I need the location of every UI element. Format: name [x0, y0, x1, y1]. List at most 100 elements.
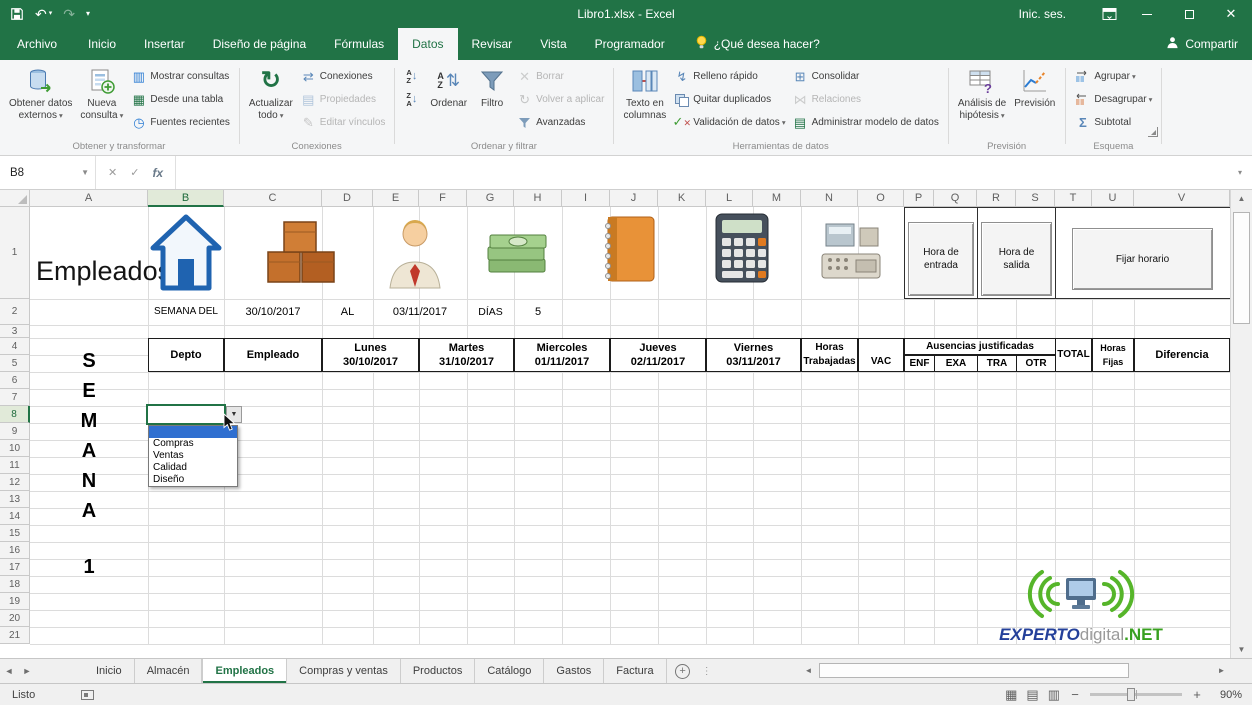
tab-programador[interactable]: Programador [581, 28, 679, 60]
header-total[interactable]: TOTAL [1055, 338, 1092, 372]
sheet-tab-almacen[interactable]: Almacén [135, 659, 203, 683]
horizontal-scrollbar[interactable]: ◄ ► [800, 661, 1230, 680]
dropdown-item-ventas[interactable]: Ventas [149, 450, 237, 462]
ribbon-button-analisis-de-hipotesis[interactable]: ?Análisis dehipótesis▾ [954, 62, 1010, 138]
ribbon-button-ordenar[interactable]: AZ⇅Ordenar [426, 62, 471, 138]
row-header-20[interactable]: 20 [0, 610, 30, 627]
name-box[interactable]: B8 ▼ [0, 156, 96, 189]
ribbon-button-avanzadas[interactable]: Avanzadas [513, 111, 607, 134]
tab-datos[interactable]: Datos [398, 28, 457, 60]
ribbon-button-propiedades[interactable]: ▤Propiedades [297, 88, 389, 111]
sheet-tab-compras-y-ventas[interactable]: Compras y ventas [287, 659, 401, 683]
row-header-5[interactable]: 5 [0, 355, 30, 372]
row-header-16[interactable]: 16 [0, 542, 30, 559]
sheet-tab-factura[interactable]: Factura [604, 659, 666, 683]
column-header-k[interactable]: K [658, 190, 706, 207]
column-header-n[interactable]: N [801, 190, 858, 207]
customize-qat-button[interactable]: ▾ [86, 7, 90, 21]
row-header-12[interactable]: 12 [0, 474, 30, 491]
redo-button[interactable]: ↷ [63, 7, 75, 21]
undo-button[interactable]: ↶▾ [35, 7, 52, 21]
dialog-launcher-icon[interactable] [1148, 127, 1158, 137]
column-header-d[interactable]: D [322, 190, 373, 207]
ribbon-button-sort-az[interactable]: AZ↓ [400, 65, 426, 88]
column-header-b[interactable]: B [148, 190, 224, 207]
row-header-10[interactable]: 10 [0, 440, 30, 457]
row-header-3[interactable]: 3 [0, 325, 30, 338]
horizontal-scroll-track[interactable] [817, 662, 1213, 679]
sheet-tab-inicio[interactable]: Inicio [84, 659, 135, 683]
macro-record-icon[interactable] [81, 690, 94, 700]
page-break-view-icon[interactable]: ▥ [1048, 687, 1060, 703]
maximize-button[interactable] [1168, 0, 1210, 28]
column-header-v[interactable]: V [1134, 190, 1230, 207]
column-header-f[interactable]: F [419, 190, 467, 207]
header-empleado[interactable]: Empleado [224, 338, 322, 372]
ribbon-button-desagrupar[interactable]: Desagrupar▾ [1071, 88, 1155, 111]
row-header-2[interactable]: 2 [0, 299, 30, 325]
column-header-i[interactable]: I [562, 190, 610, 207]
header-day-martes[interactable]: Martes31/10/2017 [419, 338, 514, 372]
column-header-a[interactable]: A [30, 190, 148, 207]
active-cell-b8[interactable] [146, 404, 226, 425]
dropdown-item-compras[interactable]: Compras [149, 438, 237, 450]
worker-clipart[interactable] [386, 216, 444, 293]
cell-dias-label[interactable]: DÍAS [467, 299, 514, 325]
ribbon-button-prevision[interactable]: Previsión [1010, 62, 1059, 138]
sheet-tab-catalogo[interactable]: Catálogo [475, 659, 544, 683]
share-button[interactable]: Compartir [1166, 28, 1238, 60]
tab-inicio[interactable]: Inicio [74, 28, 130, 60]
header-horas-trabajadas[interactable]: Horas Trabajadas [801, 338, 858, 372]
column-header-o[interactable]: O [858, 190, 904, 207]
tab-insertar[interactable]: Insertar [130, 28, 199, 60]
ribbon-button-editar-vinculos[interactable]: ✎Editar vínculos [297, 111, 389, 134]
ribbon-button-relaciones[interactable]: ⋈Relaciones [789, 88, 942, 111]
column-header-r[interactable]: R [977, 190, 1016, 207]
scroll-right-icon[interactable]: ► [1213, 662, 1230, 679]
scroll-down-icon[interactable]: ▼ [1231, 641, 1252, 658]
column-header-g[interactable]: G [467, 190, 514, 207]
page-layout-view-icon[interactable]: ▤ [1026, 687, 1038, 703]
ribbon-button-texto-en-columnas[interactable]: Texto encolumnas [619, 62, 670, 138]
ribbon-button-consolidar[interactable]: ⊞Consolidar [789, 65, 942, 88]
column-header-h[interactable]: H [514, 190, 562, 207]
column-header-j[interactable]: J [610, 190, 658, 207]
tab-revisar[interactable]: Revisar [458, 28, 527, 60]
row-header-19[interactable]: 19 [0, 593, 30, 610]
cash-register-clipart[interactable] [816, 218, 884, 287]
tab-scroll-left-icon[interactable]: ◄ [0, 659, 18, 683]
crates-clipart[interactable] [264, 214, 340, 291]
column-header-u[interactable]: U [1092, 190, 1134, 207]
header-day-miercoles[interactable]: Miercoles01/11/2017 [514, 338, 610, 372]
hora-entrada-button[interactable]: Hora de entrada [908, 222, 974, 296]
vertical-scrollbar[interactable]: ▲ ▼ [1230, 190, 1252, 658]
money-clipart[interactable] [486, 226, 548, 279]
close-button[interactable]: ✕ [1210, 0, 1252, 28]
ribbon-button-filtro[interactable]: Filtro [471, 62, 513, 138]
ribbon-button-sort-za[interactable]: ZA↓ [400, 88, 426, 111]
select-all-corner[interactable] [0, 190, 30, 207]
name-box-caret-icon[interactable]: ▼ [81, 168, 89, 177]
ribbon-button-validacion-de-datos[interactable]: ✓✕Validación de datos▾ [670, 111, 788, 134]
header-exa[interactable]: EXA [934, 355, 978, 372]
zoom-level-label[interactable]: 90% [1212, 689, 1242, 701]
insert-function-icon[interactable]: fx [152, 166, 163, 180]
row-header-6[interactable]: 6 [0, 372, 30, 389]
minimize-button[interactable] [1126, 0, 1168, 28]
header-tra[interactable]: TRA [977, 355, 1017, 372]
column-header-s[interactable]: S [1016, 190, 1055, 207]
ribbon-button-desde-una-tabla[interactable]: ▦Desde una tabla [127, 88, 233, 111]
hora-salida-button[interactable]: Hora de salida [981, 222, 1052, 296]
row-header-8[interactable]: 8 [0, 406, 30, 423]
row-header-1[interactable]: 1 [0, 207, 30, 299]
expand-formula-bar-icon[interactable]: ▾ [1228, 156, 1252, 189]
tab-scroll-right-icon[interactable]: ► [18, 659, 36, 683]
header-vac[interactable]: VAC [858, 338, 904, 372]
row-header-7[interactable]: 7 [0, 389, 30, 406]
row-header-14[interactable]: 14 [0, 508, 30, 525]
header-day-viernes[interactable]: Viernes03/11/2017 [706, 338, 801, 372]
row-header-18[interactable]: 18 [0, 576, 30, 593]
tab-archivo[interactable]: Archivo [0, 28, 74, 60]
header-day-lunes[interactable]: Lunes30/10/2017 [322, 338, 419, 372]
cell-semana-del[interactable]: SEMANA DEL [148, 299, 224, 325]
